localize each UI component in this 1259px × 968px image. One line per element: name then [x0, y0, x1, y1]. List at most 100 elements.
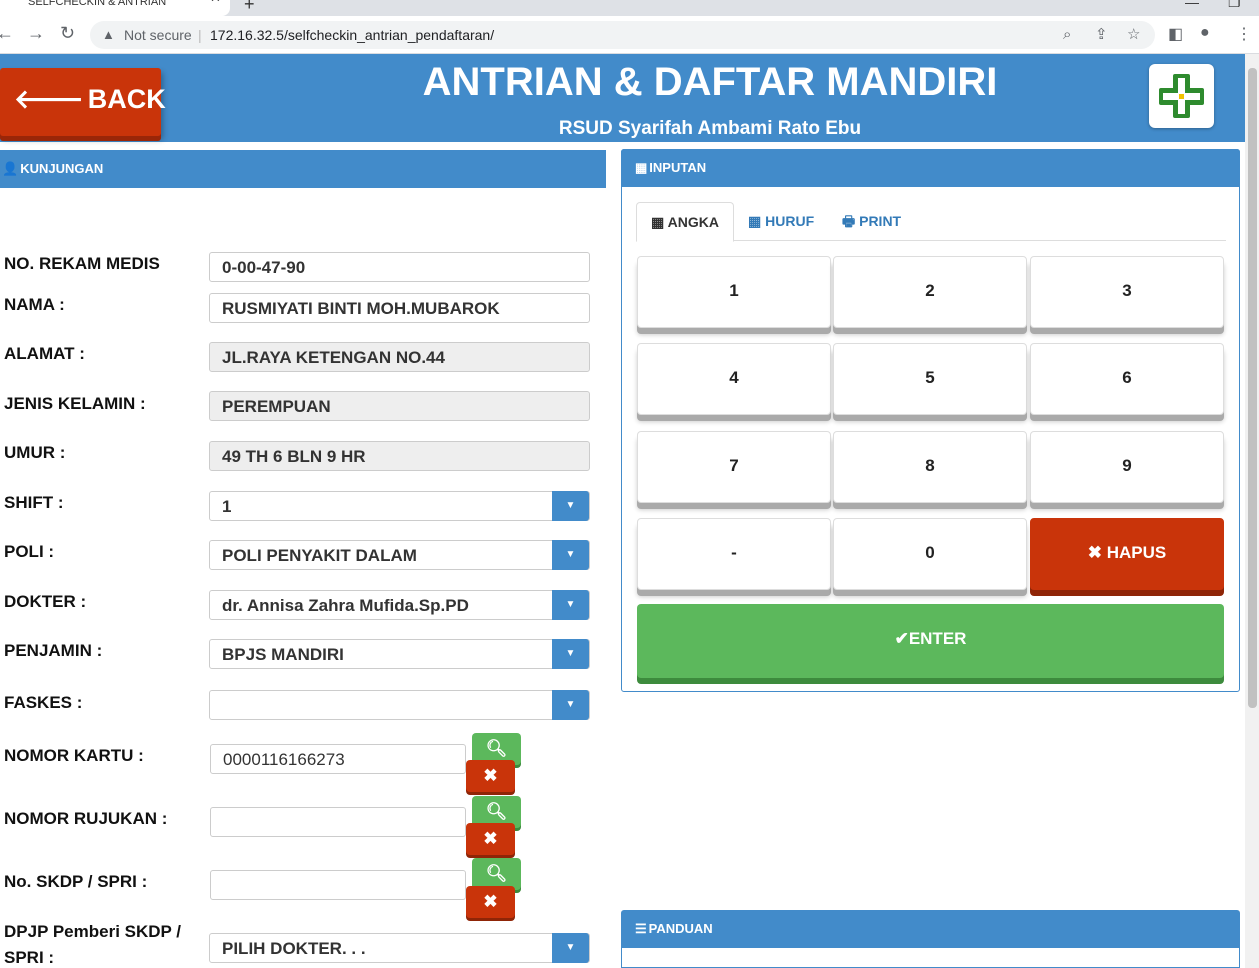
zoom-icon[interactable]: ⌕: [1063, 21, 1071, 49]
address-bar[interactable]: ▲ Not secure | 172.16.32.5/selfcheckin_a…: [90, 21, 1155, 49]
panduan-panel-header: ☰ PANDUAN: [621, 910, 1240, 948]
umur-field: 49 TH 6 BLN 9 HR: [209, 441, 590, 471]
warning-icon: ▲: [102, 27, 115, 42]
browser-toolbar: ← → ↻ ▲ Not secure | 172.16.32.5/selfche…: [0, 16, 1259, 54]
nomor-rujukan-label: NOMOR RUJUKAN :: [4, 809, 168, 828]
inputan-tabs: ▦ ANGKA ▦ HURUF 🖶 PRINT: [636, 202, 1226, 242]
inputan-panel-header: ▦ INPUTAN: [621, 149, 1240, 187]
page-header: 🡐 BACK ANTRIAN & DAFTAR MANDIRI RSUD Syar…: [0, 54, 1245, 142]
nomor-kartu-input[interactable]: 0000116166273: [210, 744, 466, 774]
browser-tab-title: SELFCHECKIN & ANTRIAN: [28, 0, 167, 8]
no-rm-label: NO. REKAM MEDIS: [4, 254, 160, 273]
key-0[interactable]: 0: [833, 518, 1027, 590]
scrollbar-thumb[interactable]: [1248, 68, 1257, 708]
side-panel-icon[interactable]: ◧: [1168, 24, 1183, 44]
key-dash[interactable]: -: [637, 518, 831, 590]
back-button[interactable]: 🡐 BACK: [0, 68, 166, 136]
restore-icon[interactable]: ❐: [1228, 0, 1241, 11]
poli-select[interactable]: POLI PENYAKIT DALAM ▼: [209, 540, 590, 570]
jenis-kelamin-label: JENIS KELAMIN :: [4, 394, 146, 413]
tab-angka[interactable]: ▦ ANGKA: [636, 202, 734, 242]
nama-field[interactable]: RUSMIYATI BINTI MOH.MUBAROK: [209, 293, 590, 323]
chevron-down-icon[interactable]: ▼: [552, 690, 589, 720]
kunjungan-panel-header: 👤 KUNJUNGAN: [0, 150, 606, 188]
hapus-button[interactable]: ✖ HAPUS: [1030, 518, 1224, 590]
dokter-label: DOKTER :: [4, 592, 87, 611]
enter-button[interactable]: ✔ENTER: [637, 604, 1224, 678]
page-scrollbar[interactable]: [1245, 54, 1259, 968]
health-cross-icon: [1159, 74, 1204, 118]
back-nav-icon[interactable]: ←: [0, 23, 14, 44]
penjamin-select[interactable]: BPJS MANDIRI ▼: [209, 639, 590, 669]
dpjp-select[interactable]: PILIH DOKTER. . . ▼: [209, 933, 590, 963]
profile-avatar-icon[interactable]: ●: [1200, 24, 1210, 42]
poli-label: POLI :: [4, 542, 55, 561]
panduan-panel-body: [621, 948, 1240, 968]
dpjp-label-line1: DPJP Pemberi SKDP /: [4, 922, 182, 941]
close-icon: ✖: [483, 892, 498, 911]
key-4[interactable]: 4: [637, 343, 831, 415]
tab-print[interactable]: 🖶 PRINT: [828, 202, 915, 242]
chevron-down-icon[interactable]: ▼: [552, 491, 589, 521]
hospital-logo: [1149, 64, 1214, 128]
search-icon: 🔍︎: [485, 864, 508, 883]
skdp-input[interactable]: [210, 870, 466, 900]
nomor-kartu-label: NOMOR KARTU :: [4, 746, 144, 765]
jenis-kelamin-field: PEREMPUAN: [209, 391, 590, 421]
forward-nav-icon[interactable]: →: [27, 23, 45, 44]
key-7[interactable]: 7: [637, 431, 831, 503]
grid-icon: ▦: [748, 213, 762, 229]
chevron-down-icon[interactable]: ▼: [552, 590, 589, 620]
new-tab-icon[interactable]: +: [244, 0, 255, 15]
page-title: ANTRIAN & DAFTAR MANDIRI: [422, 60, 998, 104]
nama-label: NAMA :: [4, 295, 65, 314]
reload-icon[interactable]: ↻: [60, 23, 75, 44]
nomor-rujukan-input[interactable]: [210, 807, 466, 837]
search-icon: 🔍︎: [485, 802, 508, 821]
key-6[interactable]: 6: [1030, 343, 1224, 415]
minimize-icon[interactable]: —: [1185, 0, 1199, 10]
clear-kartu-button[interactable]: ✖: [466, 760, 515, 792]
tab-huruf[interactable]: ▦ HURUF: [734, 202, 828, 242]
grid-icon: ▦: [651, 214, 665, 230]
key-1[interactable]: 1: [637, 256, 831, 328]
dokter-select[interactable]: dr. Annisa Zahra Mufida.Sp.PD ▼: [209, 590, 590, 620]
browser-tab-strip: SELFCHECKIN & ANTRIAN ✕ + — ❐: [0, 0, 1259, 16]
bookmark-star-icon[interactable]: ☆: [1127, 21, 1140, 49]
arrow-left-icon: 🡐: [14, 84, 84, 114]
chevron-down-icon[interactable]: ▼: [552, 933, 589, 963]
list-icon: ☰: [635, 921, 647, 936]
user-icon: 👤: [2, 161, 19, 176]
key-9[interactable]: 9: [1030, 431, 1224, 503]
skdp-label: No. SKDP / SPRI :: [4, 872, 148, 891]
dpjp-label-line2: SPRI :: [4, 948, 55, 967]
umur-label: UMUR :: [4, 443, 66, 462]
clear-rujukan-button[interactable]: ✖: [466, 823, 515, 855]
shift-label: SHIFT :: [4, 493, 64, 512]
close-icon: ✖: [483, 766, 498, 785]
key-2[interactable]: 2: [833, 256, 1027, 328]
key-8[interactable]: 8: [833, 431, 1027, 503]
key-3[interactable]: 3: [1030, 256, 1224, 328]
close-icon: ✖: [483, 829, 498, 848]
shift-select[interactable]: 1 ▼: [209, 491, 590, 521]
browser-tab[interactable]: SELFCHECKIN & ANTRIAN ✕: [0, 0, 230, 16]
page-subtitle: RSUD Syarifah Ambami Rato Ebu: [558, 118, 862, 139]
key-5[interactable]: 5: [833, 343, 1027, 415]
page-content: 🡐 BACK ANTRIAN & DAFTAR MANDIRI RSUD Syar…: [0, 54, 1259, 968]
share-icon[interactable]: ⇪: [1095, 21, 1108, 49]
check-icon: ✔: [894, 629, 909, 648]
faskes-select[interactable]: ▼: [209, 690, 590, 720]
chevron-down-icon[interactable]: ▼: [552, 540, 589, 570]
close-icon: ✖: [1087, 543, 1102, 562]
url-text[interactable]: 172.16.32.5/selfcheckin_antrian_pendafta…: [210, 21, 494, 49]
chevron-down-icon[interactable]: ▼: [552, 639, 589, 669]
not-secure-label: Not secure: [124, 27, 192, 43]
menu-kebab-icon[interactable]: ⋮: [1236, 24, 1252, 44]
alamat-field: JL.RAYA KETENGAN NO.44: [209, 342, 590, 372]
clear-skdp-button[interactable]: ✖: [466, 886, 515, 918]
alamat-label: ALAMAT :: [4, 344, 85, 363]
faskes-label: FASKES :: [4, 693, 83, 712]
no-rm-field[interactable]: 0-00-47-90: [209, 252, 590, 282]
penjamin-label: PENJAMIN :: [4, 641, 103, 660]
